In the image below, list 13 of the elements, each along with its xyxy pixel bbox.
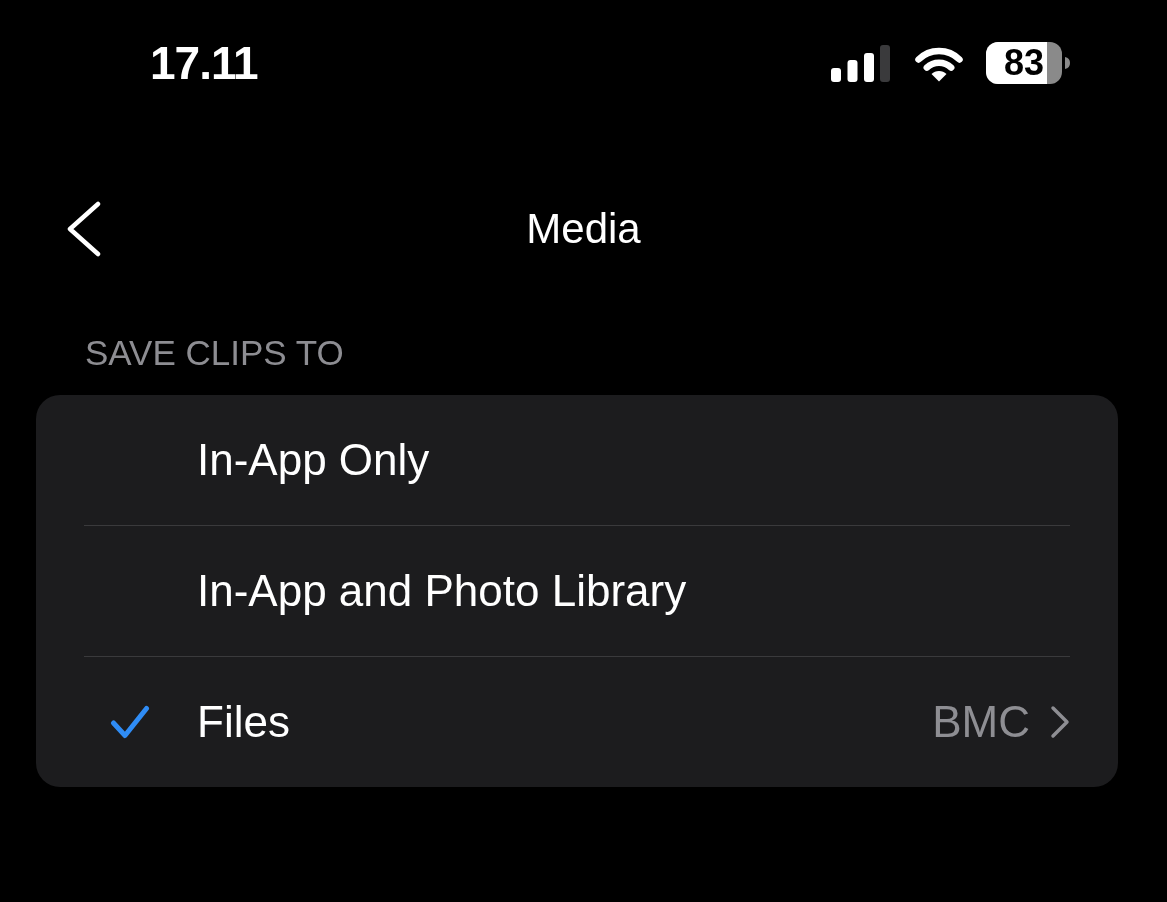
signal-icon — [831, 44, 890, 82]
battery-icon — [986, 42, 1070, 84]
section-header: SAVE CLIPS TO — [85, 333, 344, 372]
option-row[interactable]: Files BMC — [36, 657, 1118, 787]
back-button[interactable] — [66, 201, 102, 257]
status-time: 17.11 — [150, 40, 258, 86]
screen-title: Media — [526, 205, 641, 253]
option-row[interactable]: In-App and Photo Library — [36, 526, 1118, 656]
option-value: BMC — [932, 697, 1030, 747]
chevron-left-icon — [66, 201, 102, 257]
option-row[interactable]: In-App Only — [36, 395, 1118, 525]
battery-percentage: 83 — [1004, 45, 1044, 81]
chevron-right-icon — [1050, 705, 1070, 739]
